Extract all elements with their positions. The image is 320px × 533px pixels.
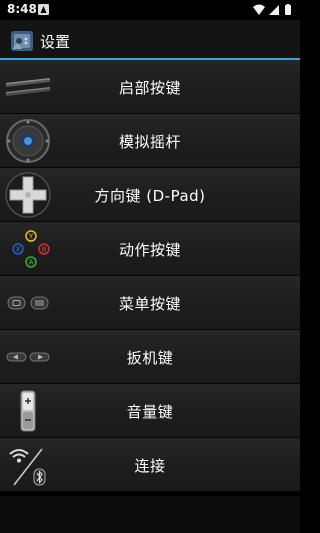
signal-icon (269, 5, 279, 15)
settings-item-label: 方向键 (D-Pad) (94, 187, 206, 205)
status-time: 8:48 (7, 2, 37, 16)
settings-list: 启部按键 模拟摇杆 方向键 (D-Pad) Y X B A 动作按键 菜单按键 … (0, 60, 300, 492)
settings-item-analog-stick[interactable]: 模拟摇杆 (0, 114, 300, 168)
settings-item-label: 扳机键 (126, 349, 174, 367)
android-notification-icon (38, 4, 49, 15)
settings-item-action-buttons[interactable]: Y X B A 动作按键 (0, 222, 300, 276)
settings-item-label: 启部按键 (118, 79, 181, 97)
page-title: 设置 (40, 33, 71, 51)
settings-item-volume-keys[interactable]: 音量键 (0, 384, 300, 438)
status-icons (253, 4, 291, 15)
list-empty-area (0, 496, 300, 533)
action-bar: 设置 (0, 20, 300, 58)
wifi-icon (253, 4, 265, 15)
settings-item-start-buttons[interactable]: 启部按键 (0, 60, 300, 114)
settings-item-connection[interactable]: 连接 (0, 438, 300, 492)
settings-item-label: 动作按键 (118, 241, 181, 259)
settings-item-label: 音量键 (126, 403, 174, 421)
settings-item-dpad[interactable]: 方向键 (D-Pad) (0, 168, 300, 222)
settings-item-label: 连接 (134, 457, 166, 475)
settings-item-label: 菜单按键 (118, 295, 181, 313)
battery-icon (285, 4, 291, 15)
settings-item-menu-buttons[interactable]: 菜单按键 (0, 276, 300, 330)
status-bar: 8:48 (0, 0, 300, 20)
settings-item-label: 模拟摇杆 (118, 133, 181, 151)
app-controller-icon[interactable] (10, 29, 34, 53)
settings-item-trigger-buttons[interactable]: 扳机键 (0, 330, 300, 384)
